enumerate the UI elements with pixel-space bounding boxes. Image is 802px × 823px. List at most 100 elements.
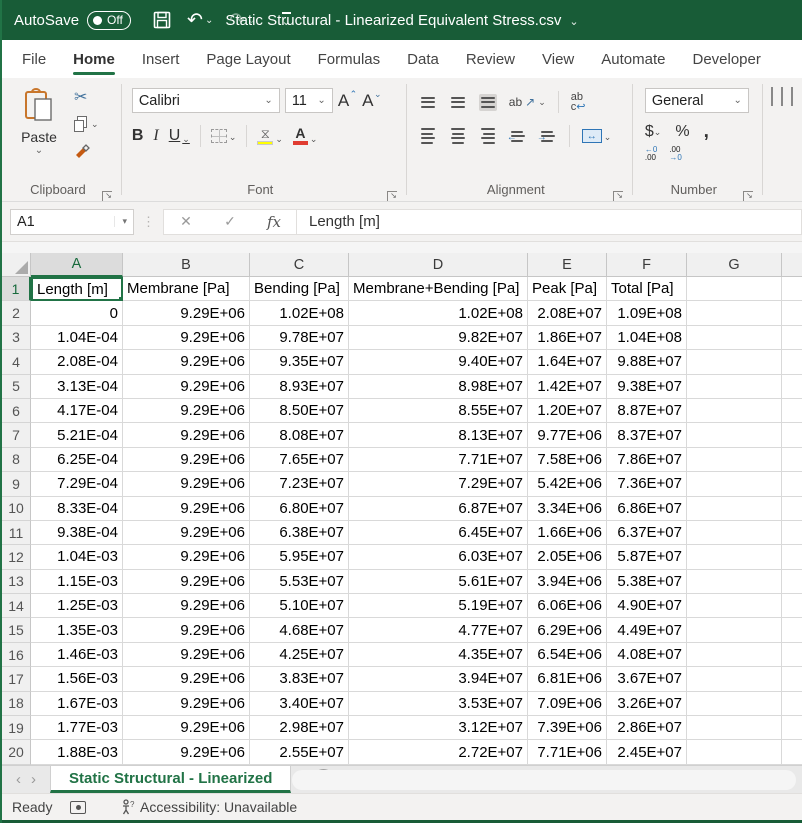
fill-color-button[interactable]: ⧖ ⌄ (257, 128, 283, 145)
next-sheet-button[interactable]: › (31, 771, 36, 788)
cell-E17[interactable]: 6.81E+06 (528, 667, 607, 691)
borders-button[interactable]: ⌄ (211, 129, 237, 143)
font-name-select[interactable]: Calibri ⌄ (132, 88, 280, 113)
column-header-F[interactable]: F (607, 253, 687, 277)
cell-G9[interactable] (687, 472, 782, 496)
cell-A4[interactable]: 2.08E-04 (31, 350, 123, 374)
cell-D7[interactable]: 8.13E+07 (349, 423, 528, 447)
cell-C12[interactable]: 5.95E+07 (250, 545, 349, 569)
cell-C7[interactable]: 8.08E+07 (250, 423, 349, 447)
decrease-indent-button[interactable]: ← (509, 128, 527, 145)
row-header-7[interactable]: 7 (2, 423, 31, 447)
cell-C10[interactable]: 6.80E+07 (250, 497, 349, 521)
cell-A13[interactable]: 1.15E-03 (31, 570, 123, 594)
cell-B16[interactable]: 9.29E+06 (123, 643, 250, 667)
row-header-12[interactable]: 12 (2, 545, 31, 569)
cell-D20[interactable]: 2.72E+07 (349, 740, 528, 764)
cell-A6[interactable]: 4.17E-04 (31, 399, 123, 423)
currency-format-button[interactable]: $⌄ (645, 123, 661, 141)
cell-C1[interactable]: Bending [Pa] (250, 277, 349, 301)
cell-G20[interactable] (687, 740, 782, 764)
column-header-C[interactable]: C (250, 253, 349, 277)
cell-D10[interactable]: 6.87E+07 (349, 497, 528, 521)
cell-F20[interactable]: 2.45E+07 (607, 740, 687, 764)
cell-C18[interactable]: 3.40E+07 (250, 692, 349, 716)
cell-D14[interactable]: 5.19E+07 (349, 594, 528, 618)
cell-B2[interactable]: 9.29E+06 (123, 301, 250, 325)
cell-F14[interactable]: 4.90E+07 (607, 594, 687, 618)
cut-button[interactable]: ✂ (74, 88, 99, 106)
row-header-19[interactable]: 19 (2, 716, 31, 740)
cell-A3[interactable]: 1.04E-04 (31, 326, 123, 350)
percent-format-button[interactable]: % (675, 123, 689, 141)
cell-G3[interactable] (687, 326, 782, 350)
increase-indent-button[interactable]: → (539, 128, 557, 145)
cell-E15[interactable]: 6.29E+06 (528, 618, 607, 642)
cell-B19[interactable]: 9.29E+06 (123, 716, 250, 740)
cell-D12[interactable]: 6.03E+07 (349, 545, 528, 569)
prev-sheet-button[interactable]: ‹ (16, 771, 21, 788)
cell-E12[interactable]: 2.05E+06 (528, 545, 607, 569)
cell-B11[interactable]: 9.29E+06 (123, 521, 250, 545)
cell-H2[interactable] (782, 301, 802, 325)
cell-G5[interactable] (687, 375, 782, 399)
row-header-16[interactable]: 16 (2, 643, 31, 667)
sheet-tab-active[interactable]: Static Structural - Linearized (50, 766, 291, 793)
align-left-button[interactable] (419, 125, 437, 147)
cell-F11[interactable]: 6.37E+07 (607, 521, 687, 545)
font-dialog-launcher[interactable]: ↘ (387, 191, 397, 201)
cell-H7[interactable] (782, 423, 802, 447)
cell-C6[interactable]: 8.50E+07 (250, 399, 349, 423)
row-header-18[interactable]: 18 (2, 692, 31, 716)
tab-file[interactable]: File (22, 40, 46, 78)
tab-developer[interactable]: Developer (692, 40, 760, 78)
enter-button[interactable]: ✓ (208, 213, 252, 230)
cell-C4[interactable]: 9.35E+07 (250, 350, 349, 374)
cell-B20[interactable]: 9.29E+06 (123, 740, 250, 764)
merge-center-button[interactable]: ↔ ⌄ (582, 129, 612, 143)
cell-H9[interactable] (782, 472, 802, 496)
cell-C19[interactable]: 2.98E+07 (250, 716, 349, 740)
cell-D18[interactable]: 3.53E+07 (349, 692, 528, 716)
cell-C14[interactable]: 5.10E+07 (250, 594, 349, 618)
cell-D3[interactable]: 9.82E+07 (349, 326, 528, 350)
font-color-button[interactable]: A ⌄ (293, 127, 318, 145)
cell-D11[interactable]: 6.45E+07 (349, 521, 528, 545)
cell-A12[interactable]: 1.04E-03 (31, 545, 123, 569)
cell-F5[interactable]: 9.38E+07 (607, 375, 687, 399)
wrap-text-button[interactable]: ab c↩ (571, 92, 586, 112)
cell-E19[interactable]: 7.39E+06 (528, 716, 607, 740)
cell-G17[interactable] (687, 667, 782, 691)
cell-C15[interactable]: 4.68E+07 (250, 618, 349, 642)
cell-B9[interactable]: 9.29E+06 (123, 472, 250, 496)
tab-review[interactable]: Review (466, 40, 515, 78)
cell-B3[interactable]: 9.29E+06 (123, 326, 250, 350)
select-all-button[interactable] (2, 253, 31, 277)
cell-H12[interactable] (782, 545, 802, 569)
number-format-select[interactable]: General ⌄ (645, 88, 749, 113)
cell-F3[interactable]: 1.04E+08 (607, 326, 687, 350)
cell-F2[interactable]: 1.09E+08 (607, 301, 687, 325)
copy-button[interactable]: ⌄ (74, 115, 99, 133)
cell-F13[interactable]: 5.38E+07 (607, 570, 687, 594)
cell-G15[interactable] (687, 618, 782, 642)
cell-F4[interactable]: 9.88E+07 (607, 350, 687, 374)
column-header-D[interactable]: D (349, 253, 528, 277)
cell-G14[interactable] (687, 594, 782, 618)
middle-align-button[interactable] (449, 94, 467, 111)
cell-C2[interactable]: 1.02E+08 (250, 301, 349, 325)
formula-input[interactable]: Length [m] (297, 209, 802, 235)
align-right-button[interactable] (479, 125, 497, 147)
cell-G19[interactable] (687, 716, 782, 740)
tab-view[interactable]: View (542, 40, 574, 78)
cell-B5[interactable]: 9.29E+06 (123, 375, 250, 399)
cell-H10[interactable] (782, 497, 802, 521)
bold-button[interactable]: B (132, 127, 144, 145)
cell-E20[interactable]: 7.71E+06 (528, 740, 607, 764)
column-header-B[interactable]: B (123, 253, 250, 277)
cell-C8[interactable]: 7.65E+07 (250, 448, 349, 472)
cell-B10[interactable]: 9.29E+06 (123, 497, 250, 521)
cell-E11[interactable]: 1.66E+06 (528, 521, 607, 545)
cell-H6[interactable] (782, 399, 802, 423)
cell-A20[interactable]: 1.88E-03 (31, 740, 123, 764)
